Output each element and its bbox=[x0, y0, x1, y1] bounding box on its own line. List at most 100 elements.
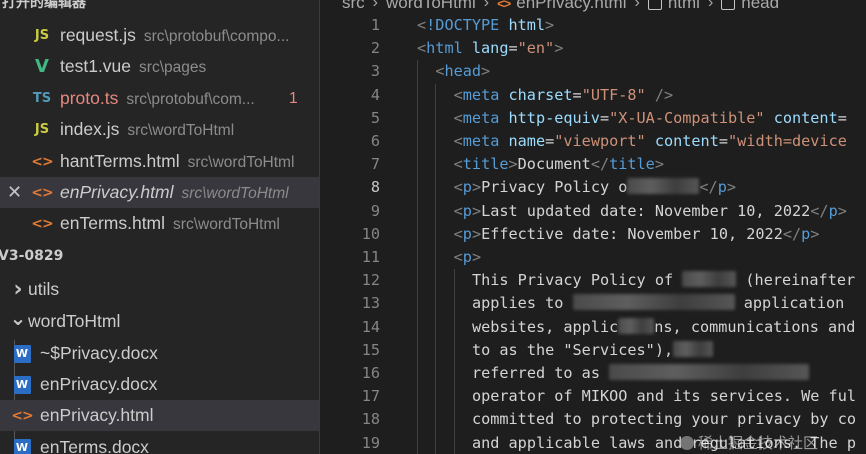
indent-guide bbox=[435, 292, 437, 316]
code-line: 3 <head> bbox=[320, 60, 866, 84]
code-text: referred to as bbox=[472, 362, 810, 385]
open-editor-item[interactable]: TS proto.ts src\protobuf\com... 1 bbox=[0, 83, 319, 114]
indent-guide bbox=[417, 408, 418, 432]
indent-guide bbox=[435, 315, 437, 339]
breadcrumb-item[interactable]: head bbox=[741, 0, 779, 13]
code-token: > bbox=[471, 178, 482, 197]
code-text: <p> bbox=[454, 246, 481, 269]
indent-guide bbox=[417, 431, 418, 454]
breadcrumb-item[interactable]: enPrivacy.html bbox=[516, 0, 626, 13]
code-token: lang bbox=[471, 39, 509, 58]
word-file-glyph: W bbox=[13, 375, 31, 394]
line-number: 3 bbox=[370, 62, 380, 81]
indent-guide bbox=[453, 385, 455, 409]
open-editor-path: src\pages bbox=[139, 59, 207, 76]
code-editor[interactable]: 1 <!DOCTYPE html> 2 <html lang="en"> 3 <head>… bbox=[320, 14, 866, 454]
code-text: <!DOCTYPE html> bbox=[417, 14, 554, 37]
html-file-icon: <> bbox=[497, 0, 511, 11]
indent-guide bbox=[453, 269, 455, 293]
tree-item[interactable]: WenTerms.docx bbox=[0, 432, 319, 454]
breadcrumb: src › wordToHtml › <> enPrivacy.html › html › hea… bbox=[342, 0, 866, 14]
open-editor-item[interactable]: Vtest1.vue src\pages bbox=[0, 51, 319, 82]
tree-item-name: wordToHtml bbox=[28, 311, 121, 331]
code-line: 18 committed to protecting your privacy b… bbox=[320, 408, 866, 432]
code-text: This Privacy Policy of (hereinafter bbox=[472, 269, 855, 292]
code-text: <p>Privacy Policy o </p> bbox=[454, 176, 736, 199]
line-number: 14 bbox=[361, 317, 380, 336]
code-line: 9 <p>Last updated date: November 10, 2022… bbox=[320, 199, 866, 223]
code-token: < bbox=[453, 178, 463, 197]
code-token: to as the "Services"), bbox=[471, 340, 674, 359]
code-token: content bbox=[773, 108, 838, 127]
html-file-icon: <> bbox=[31, 184, 53, 201]
close-icon[interactable]: ✕ bbox=[7, 182, 22, 203]
indent-guide bbox=[435, 338, 437, 362]
breadcrumb-item[interactable]: html bbox=[668, 0, 700, 13]
breadcrumb-item[interactable]: src bbox=[342, 0, 365, 13]
open-editors-title[interactable]: 打开的编辑器 bbox=[2, 0, 86, 14]
tree-item[interactable]: ⌄ wordToHtml bbox=[0, 306, 319, 337]
vue-file-icon: V bbox=[35, 56, 49, 77]
open-editor-item[interactable]: ✕ <> enPrivacy.html src\wordToHtml bbox=[0, 177, 319, 208]
code-token: </ bbox=[590, 155, 610, 174]
code-token: This Privacy Policy of bbox=[471, 271, 683, 290]
code-token: websites, applic bbox=[471, 317, 619, 336]
code-token: < bbox=[453, 108, 463, 127]
open-editor-item[interactable]: JS index.js src\wordToHtml bbox=[0, 114, 319, 145]
indent-guide bbox=[435, 269, 437, 293]
indent-guide bbox=[453, 315, 455, 339]
line-number: 9 bbox=[370, 201, 380, 220]
code-token: meta bbox=[462, 132, 500, 150]
code-line: 4 <meta charset="UTF-8" /> bbox=[320, 83, 866, 107]
code-text: to as the "Services"), bbox=[471, 339, 714, 362]
line-number: 8 bbox=[370, 178, 380, 197]
code-line: 14 websites, applic ns, communications and bbox=[320, 315, 866, 339]
open-editor-item[interactable]: <> enTerms.html src\wordToHtml bbox=[0, 208, 319, 239]
open-editor-item[interactable]: <> hantTerms.html src\wordToHtml bbox=[0, 146, 319, 177]
code-text: committed to protecting your privacy by … bbox=[472, 408, 856, 431]
tree-item[interactable]: W ~$Privacy.docx bbox=[0, 338, 319, 369]
code-token: </ bbox=[699, 178, 718, 197]
open-editor-path: src\wordToHtml bbox=[173, 216, 280, 233]
tree-item[interactable]: <> enPrivacy.html bbox=[0, 400, 319, 431]
code-token: < bbox=[453, 224, 463, 243]
code-token: < bbox=[453, 248, 463, 266]
html-file-icon: <> bbox=[31, 215, 53, 232]
code-text: <html lang="en"> bbox=[417, 37, 563, 60]
open-editor-item[interactable]: JS request.js src\protobuf\compo... bbox=[0, 20, 319, 51]
redacted-text bbox=[673, 340, 714, 357]
line-number: 4 bbox=[370, 85, 380, 104]
line-number: 6 bbox=[370, 132, 380, 150]
code-token: p bbox=[462, 248, 472, 266]
code-token: "UTF-8" bbox=[581, 85, 646, 104]
tree-item[interactable]: WenPrivacy.docx bbox=[0, 369, 319, 400]
indent-guide bbox=[435, 130, 437, 154]
watermark: 稀土掘金技术社区 bbox=[680, 432, 818, 453]
code-token: p bbox=[801, 224, 811, 243]
indent-guide bbox=[417, 153, 418, 177]
code-token: applies to bbox=[471, 294, 573, 313]
chevron-down-icon: ⌄ bbox=[9, 305, 27, 330]
indent-guide bbox=[417, 222, 418, 246]
indent-guide bbox=[435, 106, 437, 130]
code-token: < bbox=[417, 39, 427, 58]
code-text: operator of MIKOO and its services. We f… bbox=[472, 385, 856, 408]
code-token: operator of MIKOO and its services. We f… bbox=[471, 387, 856, 406]
code-token: content bbox=[654, 132, 719, 150]
open-editor-path: src\wordToHtml bbox=[181, 185, 289, 202]
tree-item[interactable]: › utils bbox=[0, 274, 319, 305]
indent-guide bbox=[435, 385, 437, 409]
indent-guide bbox=[417, 83, 418, 107]
code-token: > bbox=[554, 39, 564, 58]
breadcrumb-item[interactable]: wordToHtml bbox=[386, 0, 476, 13]
code-token: charset bbox=[508, 85, 573, 104]
project-title[interactable]: V3-0829 bbox=[0, 248, 63, 270]
code-text: websites, applic ns, communications and bbox=[472, 316, 855, 339]
code-token: html bbox=[508, 16, 546, 34]
code-token: "width=device bbox=[728, 132, 847, 150]
